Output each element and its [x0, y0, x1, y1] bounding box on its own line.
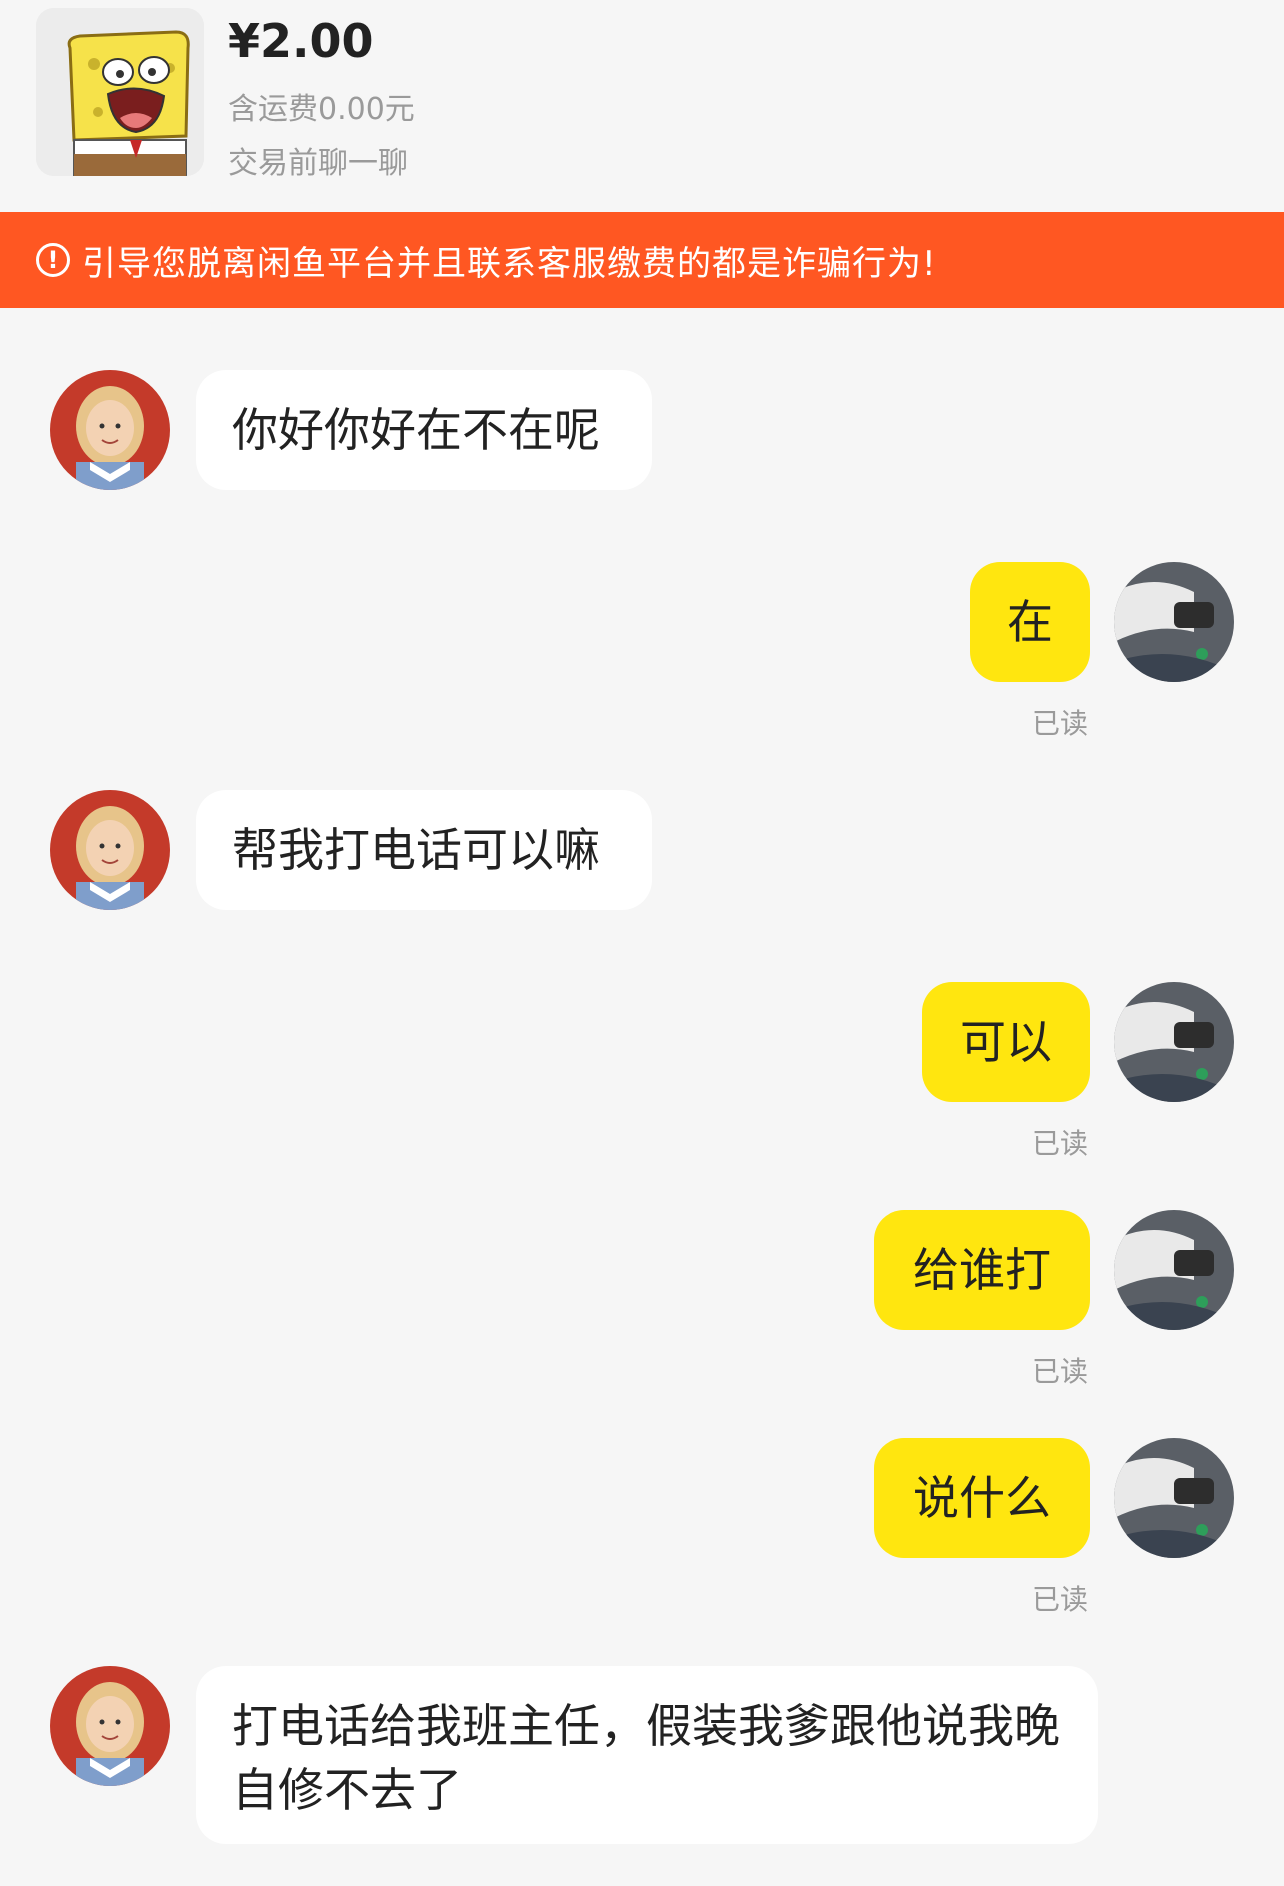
- contact-avatar[interactable]: [50, 790, 170, 910]
- girl-avatar-icon: [50, 1666, 170, 1786]
- read-status: 已读: [1032, 1127, 1089, 1160]
- scooter-avatar-icon: [1114, 562, 1234, 682]
- product-price: ¥2.00: [228, 14, 374, 68]
- exclamation-circle-icon: !: [36, 243, 70, 277]
- girl-avatar-icon: [50, 370, 170, 490]
- read-status: 已读: [1032, 1583, 1089, 1616]
- fraud-warning-text: 引导您脱离闲鱼平台并且联系客服缴费的都是诈骗行为!: [82, 243, 937, 284]
- chat-page: ¥2.00 含运费0.00元 交易前聊一聊 ! 引导您脱离闲鱼平台并且联系客服缴…: [0, 0, 1284, 1886]
- message-bubble-outgoing[interactable]: 给谁打: [874, 1210, 1090, 1330]
- message-bubble-incoming[interactable]: 打电话给我班主任，假装我爹跟他说我晚自修不去了: [196, 1666, 1098, 1844]
- message-bubble-outgoing[interactable]: 说什么: [874, 1438, 1090, 1558]
- scooter-avatar-icon: [1114, 982, 1234, 1102]
- read-status: 已读: [1032, 707, 1089, 740]
- message-bubble-incoming[interactable]: 你好你好在不在呢: [196, 370, 652, 490]
- contact-avatar[interactable]: [50, 370, 170, 490]
- my-avatar[interactable]: [1114, 562, 1234, 682]
- product-thumbnail[interactable]: [36, 8, 204, 176]
- contact-avatar[interactable]: [50, 1666, 170, 1786]
- shipping-fee: 含运费0.00元: [228, 92, 415, 127]
- chat-before-trade-hint: 交易前聊一聊: [228, 146, 408, 181]
- spongebob-thumbnail-icon: [36, 8, 204, 176]
- read-status: 已读: [1032, 1355, 1089, 1388]
- girl-avatar-icon: [50, 790, 170, 910]
- message-bubble-incoming[interactable]: 帮我打电话可以嘛: [196, 790, 652, 910]
- message-bubble-outgoing[interactable]: 可以: [922, 982, 1090, 1102]
- product-header[interactable]: ¥2.00 含运费0.00元 交易前聊一聊: [0, 0, 1284, 212]
- message-bubble-outgoing[interactable]: 在: [970, 562, 1090, 682]
- my-avatar[interactable]: [1114, 1438, 1234, 1558]
- scooter-avatar-icon: [1114, 1210, 1234, 1330]
- fraud-warning-banner: ! 引导您脱离闲鱼平台并且联系客服缴费的都是诈骗行为!: [0, 212, 1284, 308]
- my-avatar[interactable]: [1114, 1210, 1234, 1330]
- scooter-avatar-icon: [1114, 1438, 1234, 1558]
- my-avatar[interactable]: [1114, 982, 1234, 1102]
